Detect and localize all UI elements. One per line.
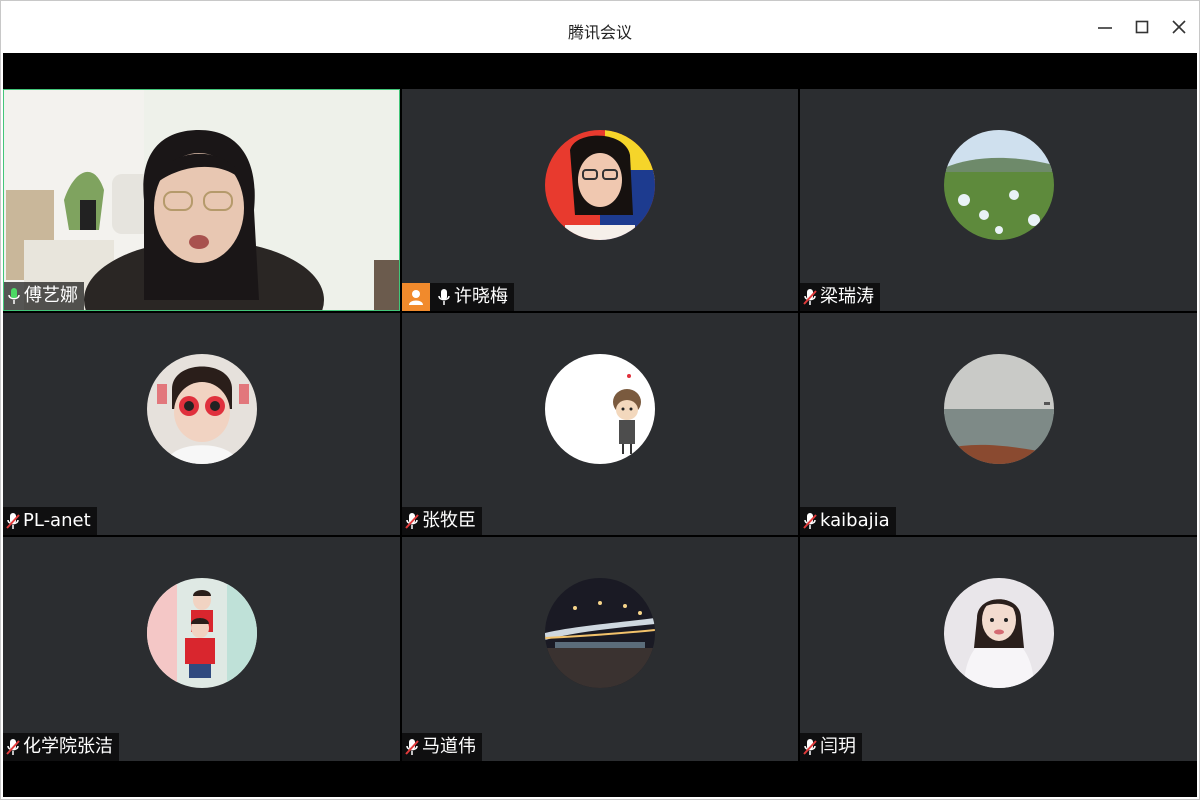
- host-icon: [402, 283, 430, 311]
- participant-name: kaibajia: [820, 510, 890, 531]
- avatar-image-misty-sea: [943, 354, 1054, 464]
- participant-name: 张牧臣: [422, 510, 476, 531]
- participant-name-tag: 傅艺娜: [4, 282, 84, 310]
- participant-name: 许晓梅: [454, 286, 508, 307]
- participant-name: PL-anet: [23, 510, 91, 531]
- participant-name-tag: kaibajia: [800, 507, 896, 535]
- microphone-muted-icon: [3, 733, 23, 761]
- avatar-image-city-bridge-night: [545, 578, 655, 688]
- microphone-muted-icon: [402, 507, 422, 535]
- participant-name: 梁瑞涛: [820, 286, 874, 307]
- participant-tile-8[interactable]: 马道伟: [402, 537, 798, 761]
- meeting-window: 腾讯会议 傅艺娜 许晓梅 梁瑞涛 PL-anet 张牧臣 kaibajia 化学…: [0, 0, 1200, 800]
- avatar-image-woman-with-glasses: [545, 130, 655, 240]
- maximize-icon: [1135, 20, 1149, 34]
- participant-tile-6[interactable]: kaibajia: [800, 313, 1197, 535]
- avatar-image-cartoon-boy: [545, 354, 655, 464]
- participant-tile-1[interactable]: 傅艺娜: [3, 89, 400, 311]
- participant-name-tag: 闫玥: [800, 733, 862, 761]
- close-icon: [1172, 20, 1186, 34]
- microphone-muted-icon: [800, 733, 820, 761]
- participant-tile-4[interactable]: PL-anet: [3, 313, 400, 535]
- avatar: [545, 578, 655, 688]
- participant-grid: 傅艺娜 许晓梅 梁瑞涛 PL-anet 张牧臣 kaibajia 化学院张洁 马…: [3, 89, 1197, 761]
- minimize-icon: [1098, 27, 1112, 29]
- avatar: [545, 130, 655, 240]
- participant-name: 化学院张洁: [23, 736, 113, 757]
- participant-name-tag: 梁瑞涛: [800, 283, 880, 311]
- maximize-button[interactable]: [1132, 17, 1152, 37]
- participant-name-tag: PL-anet: [3, 507, 97, 535]
- microphone-active-icon: [4, 282, 24, 310]
- microphone-icon: [434, 283, 454, 311]
- avatar-image-child-with-red-sunglasses: [146, 354, 257, 464]
- participant-tile-7[interactable]: 化学院张洁: [3, 537, 400, 761]
- close-button[interactable]: [1169, 17, 1189, 37]
- microphone-muted-icon: [800, 507, 820, 535]
- title-bar: 腾讯会议: [1, 1, 1199, 53]
- avatar: [146, 578, 257, 688]
- window-title: 腾讯会议: [567, 23, 632, 42]
- avatar-image-bride-portrait: [943, 578, 1054, 688]
- participant-name: 傅艺娜: [24, 285, 78, 306]
- participant-name-tag: 化学院张洁: [3, 733, 119, 761]
- avatar: [943, 354, 1054, 464]
- participant-name: 闫玥: [820, 736, 856, 757]
- avatar: [943, 578, 1054, 688]
- participant-name-tag: 许晓梅: [402, 283, 514, 311]
- microphone-muted-icon: [3, 507, 23, 535]
- microphone-muted-icon: [402, 733, 422, 761]
- participant-tile-9[interactable]: 闫玥: [800, 537, 1197, 761]
- participant-tile-3[interactable]: 梁瑞涛: [800, 89, 1197, 311]
- microphone-muted-icon: [800, 283, 820, 311]
- minimize-button[interactable]: [1095, 17, 1115, 37]
- avatar: [943, 130, 1054, 240]
- participant-name-tag: 张牧臣: [402, 507, 482, 535]
- participant-name-tag: 马道伟: [402, 733, 482, 761]
- video-area: 傅艺娜 许晓梅 梁瑞涛 PL-anet 张牧臣 kaibajia 化学院张洁 马…: [3, 53, 1197, 797]
- participant-tile-5[interactable]: 张牧臣: [402, 313, 798, 535]
- participant-video-feed: [4, 90, 399, 310]
- avatar-image-two-children: [146, 578, 257, 688]
- participant-name: 马道伟: [422, 736, 476, 757]
- participant-tile-2[interactable]: 许晓梅: [402, 89, 798, 311]
- avatar: [545, 354, 655, 464]
- avatar: [146, 354, 257, 464]
- avatar-image-green-field-landscape: [943, 130, 1054, 240]
